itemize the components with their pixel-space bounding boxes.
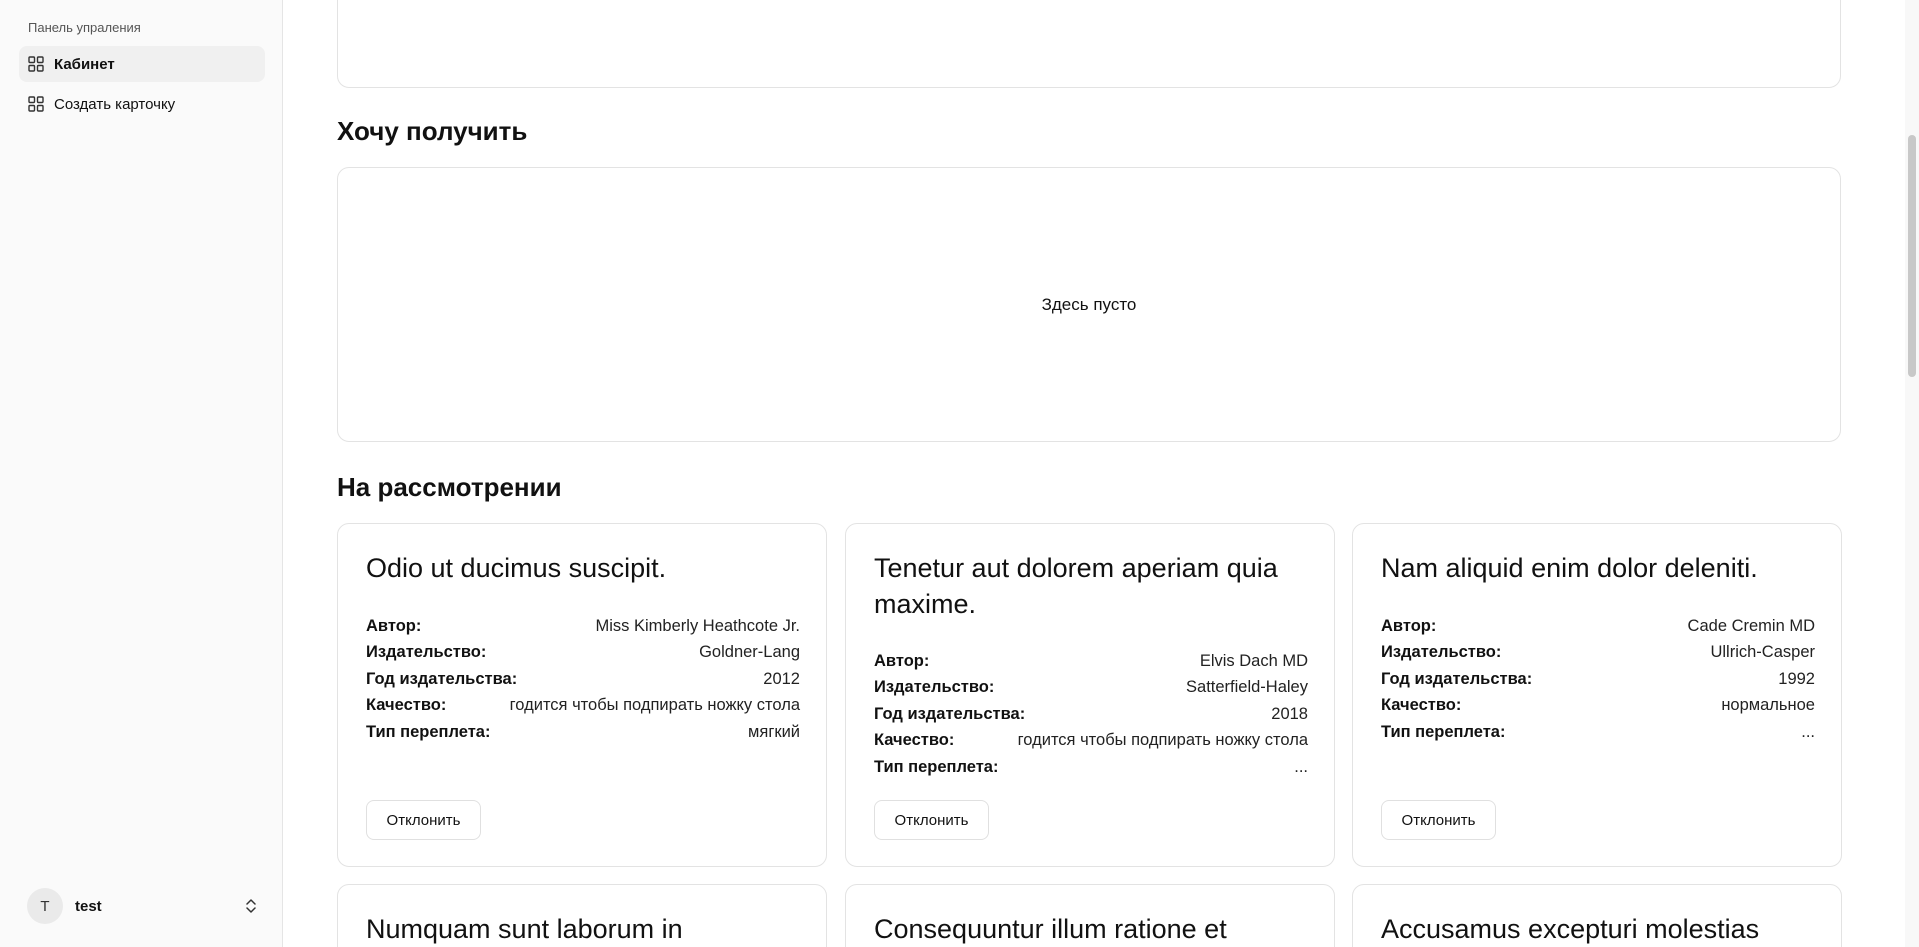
grid-icon: [28, 96, 44, 112]
main-content: Хочу получить Здесь пусто На рассмотрени…: [283, 0, 1919, 947]
reject-button[interactable]: Отклонить: [1381, 800, 1496, 840]
book-card: Nam aliquid enim dolor deleniti. Автор: …: [1352, 523, 1842, 867]
prop-label: Год издательства:: [874, 704, 1026, 723]
prop-label: Тип переплета:: [366, 722, 491, 741]
prop-row-quality: Качество: годится чтобы подпирать ножку …: [874, 728, 1308, 755]
prop-value: Ullrich-Casper: [1710, 643, 1815, 662]
prop-value: 1992: [1778, 669, 1815, 688]
prop-label: Год издательства:: [366, 669, 518, 688]
prop-row-binding: Тип переплета: ...: [874, 754, 1308, 781]
reject-button[interactable]: Отклонить: [874, 800, 989, 840]
prop-value: ...: [1294, 757, 1308, 776]
prop-value: годится чтобы подпирать ножку стола: [509, 696, 800, 715]
book-card: Odio ut ducimus suscipit. Автор: Miss Ki…: [337, 523, 827, 867]
prop-value: 2012: [763, 669, 800, 688]
section-title-want: Хочу получить: [337, 116, 528, 146]
prop-row-publisher: Издательство: Satterfield-Haley: [874, 675, 1308, 702]
prop-row-year: Год издательства: 2018: [874, 701, 1308, 728]
prop-value: ...: [1801, 722, 1815, 741]
prop-row-year: Год издательства: 1992: [1381, 666, 1815, 693]
prop-value: Elvis Dach MD: [1199, 651, 1308, 670]
sidebar-item-label: Кабинет: [54, 55, 115, 73]
empty-state-box: Здесь пусто: [337, 167, 1841, 442]
prop-label: Качество:: [874, 731, 955, 750]
card-properties: Автор: Cade Cremin MD Издательство: Ullr…: [1381, 613, 1815, 746]
prop-label: Тип переплета:: [874, 757, 999, 776]
card-title: Nam aliquid enim dolor deleniti.: [1381, 553, 1758, 583]
card-title: Consequuntur illum ratione et: [874, 914, 1227, 944]
prop-label: Автор:: [366, 616, 422, 635]
prop-row-year: Год издательства: 2012: [366, 666, 800, 693]
prop-value: Satterfield-Haley: [1186, 678, 1308, 697]
prop-row-author: Автор: Miss Kimberly Heathcote Jr.: [366, 613, 800, 640]
prop-label: Издательство:: [874, 678, 995, 697]
user-menu[interactable]: T test: [19, 886, 265, 926]
book-card: Tenetur aut dolorem aperiam quia maxime.…: [845, 523, 1335, 867]
avatar: T: [27, 888, 63, 924]
empty-state-text: Здесь пусто: [1041, 294, 1137, 314]
reject-button[interactable]: Отклонить: [366, 800, 481, 840]
prop-value: Miss Kimberly Heathcote Jr.: [595, 616, 800, 635]
prop-label: Издательство:: [366, 643, 487, 662]
prop-row-author: Автор: Cade Cremin MD: [1381, 613, 1815, 640]
prop-value: годится чтобы подпирать ножку стола: [1017, 731, 1308, 750]
section-box-top: [337, 0, 1841, 88]
sidebar-item-cabinet[interactable]: Кабинет: [19, 46, 265, 82]
book-card: Numquam sunt laborum in: [337, 884, 827, 947]
card-title: Numquam sunt laborum in: [366, 914, 683, 944]
card-properties: Автор: Elvis Dach MD Издательство: Satte…: [874, 648, 1308, 781]
card-title: Accusamus excepturi molestias: [1381, 914, 1760, 944]
prop-label: Качество:: [366, 696, 447, 715]
grid-icon: [28, 56, 44, 72]
prop-label: Год издательства:: [1381, 669, 1533, 688]
prop-value: мягкий: [748, 722, 800, 741]
prop-label: Качество:: [1381, 696, 1462, 715]
card-properties: Автор: Miss Kimberly Heathcote Jr. Издат…: [366, 613, 800, 746]
card-title: Odio ut ducimus suscipit.: [366, 553, 667, 583]
prop-row-quality: Качество: годится чтобы подпирать ножку …: [366, 693, 800, 720]
prop-label: Автор:: [1381, 616, 1437, 635]
prop-value: Goldner-Lang: [699, 643, 800, 662]
book-card: Consequuntur illum ratione et: [845, 884, 1335, 947]
sidebar-item-create-card[interactable]: Создать карточку: [19, 86, 265, 122]
sidebar-item-label: Создать карточку: [54, 95, 176, 113]
prop-label: Автор:: [874, 651, 930, 670]
sidebar: Панель упраления Кабинет Создать карточк…: [0, 0, 283, 947]
chevron-up-down-icon[interactable]: [245, 898, 257, 914]
prop-row-binding: Тип переплета: мягкий: [366, 719, 800, 746]
prop-label: Издательство:: [1381, 643, 1502, 662]
prop-row-publisher: Издательство: Goldner-Lang: [366, 640, 800, 667]
scrollbar-thumb[interactable]: [1908, 135, 1916, 377]
prop-value: Cade Cremin MD: [1687, 616, 1815, 635]
section-title-review: На рассмотрении: [337, 472, 562, 502]
sidebar-group-label: Панель упраления: [28, 20, 141, 35]
user-name: test: [75, 897, 102, 915]
prop-value: нормальное: [1721, 696, 1815, 715]
prop-row-publisher: Издательство: Ullrich-Casper: [1381, 640, 1815, 667]
prop-row-binding: Тип переплета: ...: [1381, 719, 1815, 746]
book-card: Accusamus excepturi molestias: [1352, 884, 1842, 947]
prop-row-quality: Качество: нормальное: [1381, 693, 1815, 720]
prop-value: 2018: [1271, 704, 1308, 723]
prop-label: Тип переплета:: [1381, 722, 1506, 741]
prop-row-author: Автор: Elvis Dach MD: [874, 648, 1308, 675]
card-title: Tenetur aut dolorem aperiam quia maxime.: [874, 553, 1278, 619]
scrollbar[interactable]: [1905, 0, 1919, 947]
